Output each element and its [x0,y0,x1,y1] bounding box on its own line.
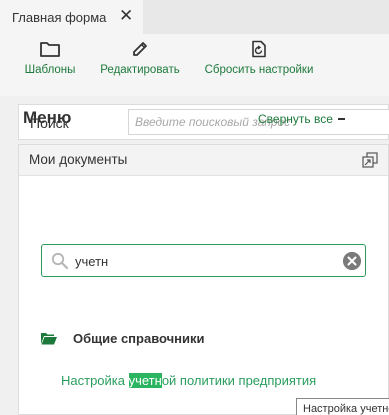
reset-label: Сбросить настройки [204,64,314,76]
menu-item-suffix: ой политики предприятия [161,373,317,388]
tab-label: Главная форма [12,9,107,25]
pencil-icon [133,42,147,56]
panel-header: Мои документы [19,145,388,176]
panel-title: Мои документы [29,152,128,167]
menu-item-accounting-policy[interactable]: Настройка учетной политики предприятия [61,373,316,388]
edit-button[interactable]: Редактировать [96,40,184,76]
minus-icon [337,117,345,120]
collapse-all-button[interactable]: Свернуть все [258,112,345,126]
search-match-highlight: учетн [128,373,162,388]
reset-document-icon [252,40,266,58]
tab-bar: Главная форма ✕ [0,0,389,34]
search-icon [51,252,69,270]
menu-search-input[interactable] [75,251,330,271]
collapse-all-label: Свернуть все [258,112,333,126]
reset-settings-button[interactable]: Сбросить настройки [200,40,318,76]
section-label: Общие справочники [73,331,205,346]
tab-main-form[interactable]: Главная форма ✕ [0,0,143,34]
clear-icon[interactable] [343,252,361,270]
templates-button[interactable]: Шаблоны [22,40,78,76]
toolbar: Шаблоны Редактировать Сбросить настройки [0,34,389,96]
templates-label: Шаблоны [24,64,76,76]
folder-icon [40,42,60,57]
tooltip: Настройка учетной политики предприятия [296,398,389,415]
menu-item-prefix: Настройка [61,373,129,388]
edit-label: Редактировать [100,64,180,76]
open-folder-icon [41,333,57,345]
menu-title: Меню [23,108,72,127]
menu-search-box [41,244,366,277]
close-icon[interactable]: ✕ [119,8,133,25]
expand-window-icon[interactable] [362,152,378,168]
